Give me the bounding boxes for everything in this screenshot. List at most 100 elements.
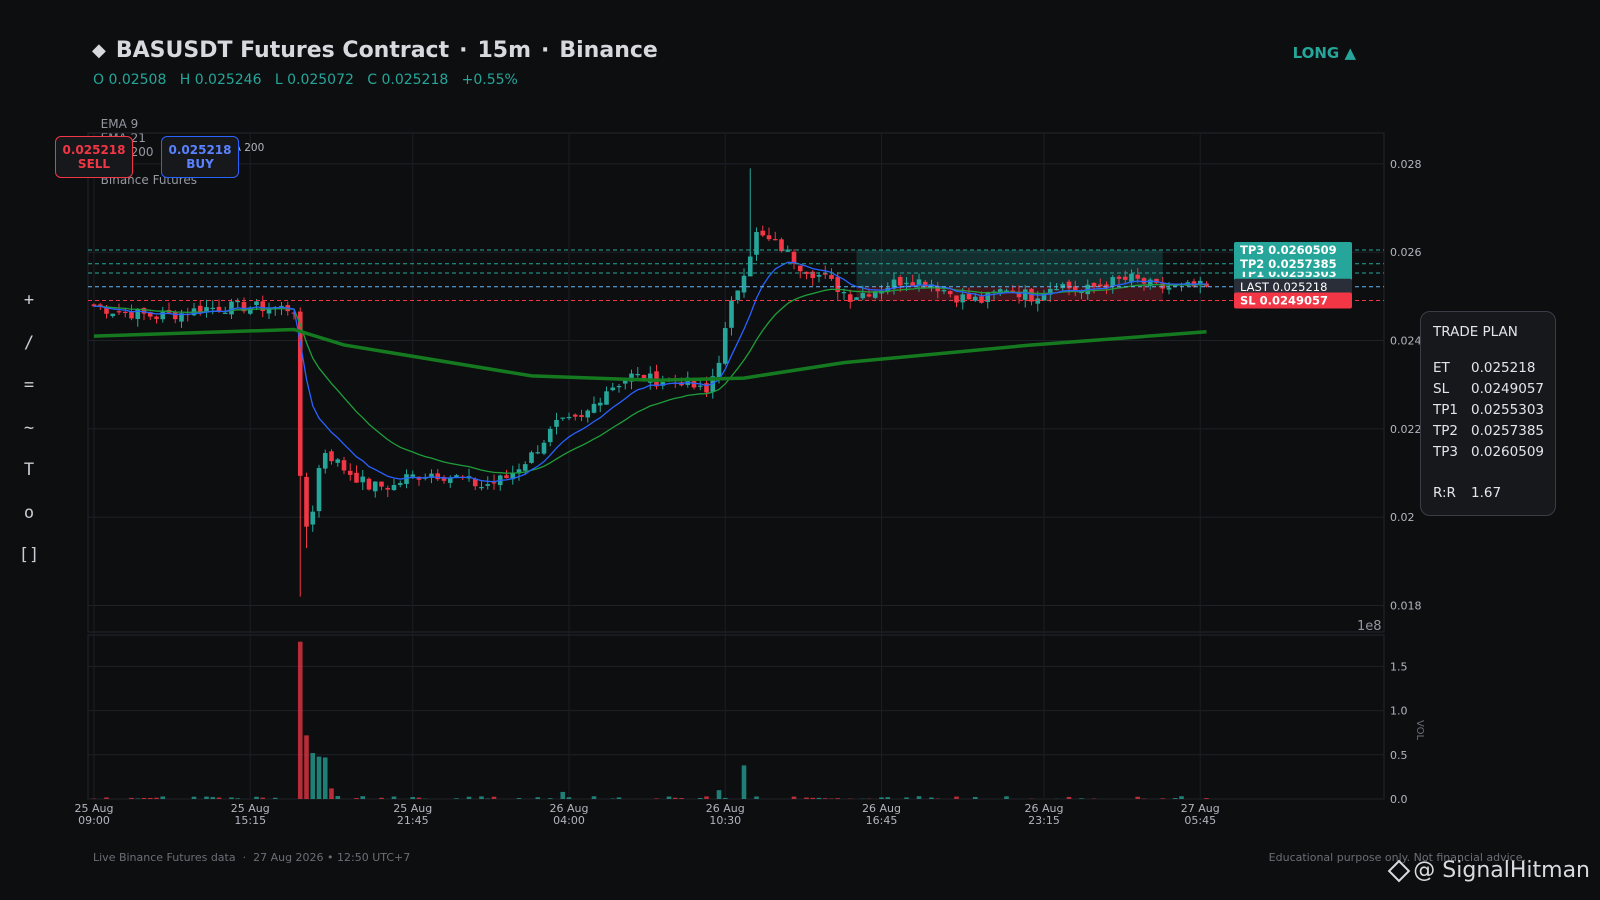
candle-body: [572, 414, 578, 417]
volume-bar: [516, 798, 522, 799]
time-tick-label: 15:15: [234, 814, 266, 827]
candle-body: [172, 311, 178, 320]
trade-plan-row: TP1 0.0255303: [1433, 402, 1555, 423]
candle-body: [816, 274, 822, 277]
volume-bar: [835, 798, 841, 799]
volume-bar: [1172, 798, 1178, 799]
volume-bar: [129, 797, 134, 799]
volume-bar: [104, 797, 109, 799]
volume-bar: [204, 796, 209, 799]
volume-bar: [654, 798, 659, 799]
candle-body: [116, 311, 122, 313]
candle-body: [254, 301, 259, 306]
volume-bar: [704, 796, 709, 799]
drawing-toolbar: + / = ~ T o []: [18, 290, 40, 588]
volume-bar: [1079, 798, 1084, 799]
candle-body: [866, 294, 872, 297]
volume-bar: [1004, 796, 1009, 799]
binance-logo-icon: [1387, 859, 1411, 882]
volume-bar: [754, 796, 759, 799]
candle-body: [122, 311, 128, 314]
volume-bar: [591, 796, 597, 799]
price-tick-label: 0.028: [1390, 158, 1422, 171]
candle-body: [535, 452, 541, 454]
price-pane-border: [87, 132, 1385, 633]
rectangle-tool-icon[interactable]: []: [18, 545, 40, 588]
candle-body: [129, 311, 134, 319]
candle-body: [960, 294, 966, 303]
horizontal-line-icon[interactable]: =: [18, 375, 40, 418]
trade-plan-row: SL 0.0249057: [1433, 381, 1555, 402]
candle-body: [560, 417, 566, 419]
row-key: SL: [1433, 381, 1450, 397]
row-value: 0.025218: [1471, 360, 1536, 376]
volume-bar: [666, 796, 672, 799]
candle-body: [229, 301, 234, 315]
volume-bar: [722, 797, 728, 799]
volume-bar: [141, 797, 147, 799]
candle-body: [741, 275, 747, 293]
volume-bar: [216, 797, 222, 799]
price-tick-label: 0.022: [1390, 423, 1422, 436]
volume-bar: [1135, 796, 1141, 799]
candle-body: [316, 468, 322, 512]
volume-bar: [616, 797, 622, 799]
candle-body: [110, 313, 116, 317]
candle-body: [504, 475, 509, 479]
volume-bar: [810, 797, 816, 799]
candle-body: [760, 230, 766, 236]
text-tool-icon[interactable]: T: [18, 460, 40, 503]
crosshair-icon[interactable]: +: [18, 290, 40, 333]
volume-exponent-label: 1e8: [1357, 619, 1382, 634]
row-key: TP2: [1433, 423, 1458, 439]
volume-bar: [147, 797, 153, 799]
candle-body: [941, 290, 947, 292]
candle-body: [310, 511, 316, 525]
candle-body: [410, 474, 416, 477]
candle-body: [1066, 281, 1072, 289]
volume-bar: [454, 798, 459, 799]
volume-bar: [791, 796, 797, 799]
time-tick-label: 21:45: [397, 814, 429, 827]
trade-plan-panel: TRADE PLAN ET 0.025218 SL 0.0249057 TP1 0.0…: [1420, 311, 1556, 516]
candle-body: [697, 385, 703, 387]
brand-name: @ SignalHitman: [1413, 858, 1590, 883]
volume-bar: [229, 797, 234, 799]
candle-body: [404, 474, 409, 484]
candle-body: [1116, 276, 1122, 279]
volume-tick-label: 0.5: [1390, 749, 1408, 762]
candle-body: [1060, 284, 1066, 289]
candle-body: [491, 482, 497, 484]
volume-bar: [322, 757, 328, 799]
candle-body: [635, 374, 641, 376]
candle-body: [779, 239, 784, 252]
volume-bar: [391, 796, 397, 799]
volume-bar: [160, 796, 166, 799]
sell-button[interactable]: 0.025218 SELL: [55, 136, 133, 178]
candle-body: [1022, 289, 1028, 300]
volume-bar: [1066, 796, 1072, 799]
time-tick-label: 04:00: [553, 814, 585, 827]
candle-body: [904, 282, 909, 285]
time-tick-label: 05:45: [1184, 814, 1216, 827]
candle-body: [604, 391, 609, 405]
last-price-tag-label: LAST 0.025218: [1240, 280, 1327, 294]
candle-body: [735, 290, 741, 300]
sell-label: SELL: [77, 157, 111, 171]
trendline-icon[interactable]: /: [18, 333, 40, 376]
row-value: 0.0255303: [1471, 402, 1545, 418]
volume-bar: [679, 798, 684, 799]
candle-body: [366, 478, 372, 490]
candle-body: [1110, 277, 1116, 287]
candle-body: [947, 291, 953, 295]
volume-bar: [560, 791, 566, 799]
candle-body: [154, 316, 159, 319]
volume-bar: [904, 797, 909, 799]
price-chart[interactable]: 0.018 0.02 0.022 0.024 0.026 0.028 0.0 0.5 1.0 1.…: [0, 0, 1600, 900]
volume-bar: [885, 797, 891, 799]
volume-bar: [154, 797, 159, 799]
circle-tool-icon[interactable]: o: [18, 503, 40, 546]
buy-button[interactable]: 0.025218 BUY: [161, 136, 239, 178]
candle-body: [841, 292, 847, 294]
curve-icon[interactable]: ~: [18, 418, 40, 461]
